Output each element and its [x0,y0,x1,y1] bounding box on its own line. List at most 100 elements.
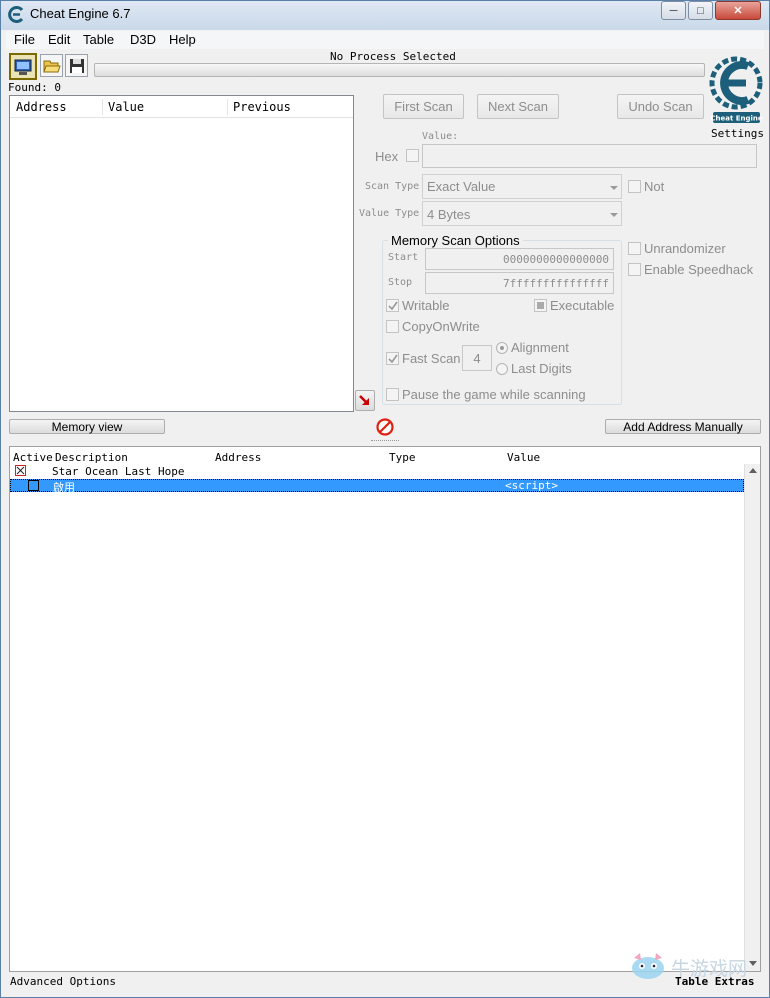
arrow-down-right-icon [359,394,369,405]
computer-icon [14,59,32,75]
start-address-value: 0000000000000000 [503,253,609,266]
start-label: Start [388,252,419,263]
pause-game-label: Pause the game while scanning [402,387,586,402]
not-checkbox[interactable] [628,180,641,193]
value-label: Value: [422,131,459,142]
speedhack-checkbox[interactable] [628,263,641,276]
menu-d3d[interactable]: D3D [130,32,156,47]
results-column-previous[interactable]: Previous [233,100,291,114]
save-file-button[interactable] [65,54,88,77]
process-label: No Process Selected [330,50,456,63]
value-input[interactable] [422,144,757,168]
table-column-active[interactable]: Active [13,451,53,464]
close-icon: ✕ [733,5,743,17]
value-type-select[interactable]: 4 Bytes [422,201,622,226]
fast-scan-alignment-input[interactable]: 4 [462,345,492,371]
maximize-button[interactable]: □ [688,1,713,20]
table-column-value[interactable]: Value [507,451,540,464]
address-table[interactable]: Active Description Address Type Value St… [9,446,761,972]
copy-on-write-checkbox[interactable] [386,320,399,333]
select-process-button[interactable] [9,53,37,80]
results-column-value[interactable]: Value [108,100,144,114]
stop-icon [376,418,394,436]
unrandomizer-checkbox[interactable] [628,242,641,255]
alignment-radio[interactable] [496,342,508,354]
floppy-save-icon [69,58,84,73]
add-address-manually-button[interactable]: Add Address Manually [605,419,761,434]
radio-selected-dot [500,346,504,350]
table-row[interactable]: Star Ocean Last Hope [10,465,745,479]
fast-scan-checkbox[interactable] [386,352,399,365]
close-button[interactable]: ✕ [715,1,761,20]
value-type-value: 4 Bytes [427,207,471,222]
first-scan-button[interactable]: First Scan [383,94,464,119]
scroll-down-icon[interactable] [749,961,757,966]
pause-game-checkbox[interactable] [386,388,399,401]
unrandomizer-label: Unrandomizer [644,241,726,256]
stop-address-value: 7fffffffffffffff [503,277,609,290]
cross-icon [16,466,25,475]
cheat-engine-logo-icon[interactable]: Cheat Engine [708,50,764,126]
menu-file[interactable]: File [14,32,35,47]
scan-type-value: Exact Value [427,179,496,194]
table-row[interactable]: 啟用 <script> [10,479,744,494]
last-digits-label: Last Digits [511,361,572,376]
advanced-options-link[interactable]: Advanced Options [10,975,116,988]
menu-help[interactable]: Help [169,32,196,47]
minimize-button[interactable]: ─ [661,1,686,20]
chevron-down-icon [610,213,618,217]
found-count: Found: 0 [8,81,61,94]
table-column-address[interactable]: Address [215,451,261,464]
add-to-list-button[interactable] [355,390,375,411]
stop-address-input[interactable]: 7fffffffffffffff [425,272,614,294]
menu-table[interactable]: Table [83,32,114,47]
last-digits-radio[interactable] [496,363,508,375]
active-checkbox[interactable] [28,480,39,491]
indeterminate-icon [537,302,544,309]
fast-scan-label: Fast Scan [402,351,461,366]
alignment-label: Alignment [511,340,569,355]
stop-button[interactable] [375,417,395,437]
value-type-label: Value Type [359,208,420,219]
memory-scan-options-title: Memory Scan Options [388,233,523,248]
logo-text: Cheat Engine [710,115,763,123]
hex-checkbox[interactable] [406,149,419,162]
splitter-grip[interactable] [371,440,399,442]
scan-type-label: Scan Type [365,181,420,192]
watermark-mascot-icon [632,953,664,979]
scan-results-list[interactable]: Address Value Previous [9,95,354,412]
checkmark-icon [388,354,398,364]
writable-label: Writable [402,298,450,313]
executable-checkbox[interactable] [534,299,547,312]
undo-scan-button[interactable]: Undo Scan [617,94,704,119]
open-file-button[interactable] [40,54,63,77]
next-scan-button[interactable]: Next Scan [477,94,559,119]
watermark-text: 牛游戏网 [671,958,748,980]
row-description: Star Ocean Last Hope [52,465,185,478]
vertical-scrollbar[interactable] [744,464,760,971]
menu-edit[interactable]: Edit [48,32,70,47]
column-divider [227,99,228,115]
stop-label: Stop [388,277,413,288]
settings-link[interactable]: Settings [711,127,764,140]
not-label: Not [644,179,665,194]
scan-type-select[interactable]: Exact Value [422,174,622,199]
copy-on-write-label: CopyOnWrite [402,319,480,334]
window-title: Cheat Engine 6.7 [30,6,131,21]
checkmark-icon [388,301,398,311]
scroll-up-icon[interactable] [749,468,757,473]
row-description: 啟用 [53,481,75,494]
start-address-input[interactable]: 0000000000000000 [425,248,614,270]
table-column-type[interactable]: Type [389,451,416,464]
memory-view-button[interactable]: Memory view [9,419,165,434]
table-column-description[interactable]: Description [55,451,128,464]
row-value: <script> [505,479,558,492]
executable-label: Executable [550,298,615,313]
active-checkbox[interactable] [15,465,26,476]
fast-scan-alignment-value: 4 [473,350,481,366]
results-column-address[interactable]: Address [16,100,67,114]
chevron-down-icon [610,186,618,190]
writable-checkbox[interactable] [386,299,399,312]
cheat-engine-app-icon [8,6,24,23]
folder-open-icon [42,60,61,72]
